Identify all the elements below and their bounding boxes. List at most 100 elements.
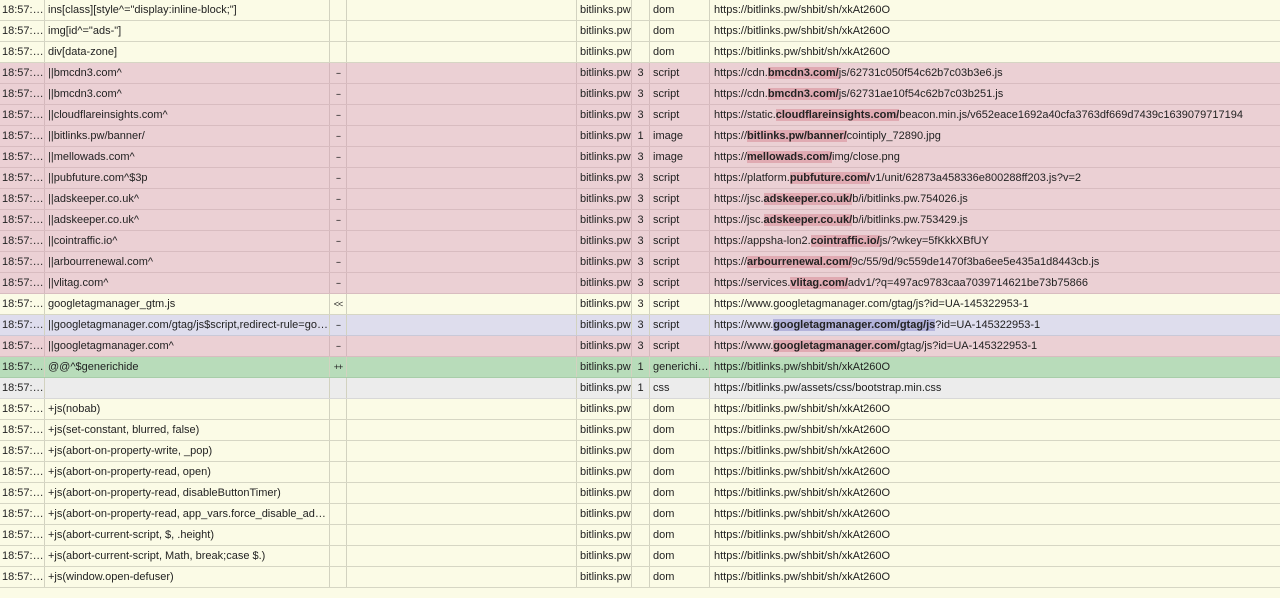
log-row[interactable]: 18:57:45 ||bmcdn3.com^ -- bitlinks.pw 3 … bbox=[0, 63, 1280, 84]
log-filter[interactable]: ||mellowads.com^ bbox=[44, 147, 329, 167]
log-row[interactable]: 18:57:45 +js(abort-current-script, $, .h… bbox=[0, 525, 1280, 546]
log-result-mark: -- bbox=[329, 273, 346, 293]
log-url[interactable]: https://appsha-lon2.cointraffic.io/js/?w… bbox=[709, 231, 1280, 251]
log-row[interactable]: 18:57:45 +js(abort-on-property-read, dis… bbox=[0, 483, 1280, 504]
log-filter[interactable]: ||bmcdn3.com^ bbox=[44, 84, 329, 104]
log-row[interactable]: 18:57:45 ||bmcdn3.com^ -- bitlinks.pw 3 … bbox=[0, 84, 1280, 105]
log-url[interactable]: https://bitlinks.pw/shbit/sh/xkAt260O bbox=[709, 546, 1280, 566]
log-filter[interactable]: ||cointraffic.io^ bbox=[44, 231, 329, 251]
log-row[interactable]: 18:57:45 ||vlitag.com^ -- bitlinks.pw 3 … bbox=[0, 273, 1280, 294]
log-row[interactable]: 18:57:45 bitlinks.pw 1 css https://bitli… bbox=[0, 378, 1280, 399]
log-row[interactable]: 18:57:45 ||arbourrenewal.com^ -- bitlink… bbox=[0, 252, 1280, 273]
log-row[interactable]: 18:57:45 ||adskeeper.co.uk^ -- bitlinks.… bbox=[0, 210, 1280, 231]
log-url[interactable]: https://services.vlitag.com/adv1/?q=497a… bbox=[709, 273, 1280, 293]
log-url[interactable]: https://jsc.adskeeper.co.uk/b/i/bitlinks… bbox=[709, 189, 1280, 209]
log-filter[interactable]: +js(abort-on-property-read, app_vars.for… bbox=[44, 504, 329, 524]
log-filter[interactable]: +js(abort-on-property-read, open) bbox=[44, 462, 329, 482]
log-url-pre: https://bitlinks.pw/shbit/sh/xkAt260O bbox=[714, 487, 891, 499]
log-url-pre: https://bitlinks.pw/shbit/sh/xkAt260O bbox=[714, 550, 891, 562]
log-url[interactable]: https://static.cloudflareinsights.com/be… bbox=[709, 105, 1280, 125]
log-context bbox=[346, 378, 576, 398]
log-row[interactable]: 18:57:45 +js(abort-current-script, Math,… bbox=[0, 546, 1280, 567]
log-row[interactable]: 18:57:45 ins[class][style^="display:inli… bbox=[0, 0, 1280, 21]
log-row[interactable]: 18:57:45 ||googletagmanager.com^ -- bitl… bbox=[0, 336, 1280, 357]
log-filter[interactable]: +js(abort-on-property-read, disableButto… bbox=[44, 483, 329, 503]
log-row[interactable]: 18:57:45 ||bitlinks.pw/banner/ -- bitlin… bbox=[0, 126, 1280, 147]
log-url[interactable]: https://bitlinks.pw/shbit/sh/xkAt260O bbox=[709, 420, 1280, 440]
log-url[interactable]: https://arbourrenewal.com/9c/55/9d/9c559… bbox=[709, 252, 1280, 272]
log-filter[interactable]: ||adskeeper.co.uk^ bbox=[44, 189, 329, 209]
log-url[interactable]: https://bitlinks.pw/shbit/sh/xkAt260O bbox=[709, 462, 1280, 482]
log-filter[interactable]: googletagmanager_gtm.js bbox=[44, 294, 329, 314]
log-url[interactable]: https://www.googletagmanager.com/gtag/js… bbox=[709, 336, 1280, 356]
log-filter[interactable]: +js(abort-current-script, Math, break;ca… bbox=[44, 546, 329, 566]
log-row[interactable]: 18:57:45 div[data-zone] bitlinks.pw dom … bbox=[0, 42, 1280, 63]
log-result-mark bbox=[329, 483, 346, 503]
log-row[interactable]: 18:57:45 ||cointraffic.io^ -- bitlinks.p… bbox=[0, 231, 1280, 252]
log-url[interactable]: https://bitlinks.pw/banner/cointiply_728… bbox=[709, 126, 1280, 146]
log-url[interactable]: https://bitlinks.pw/shbit/sh/xkAt260O bbox=[709, 567, 1280, 587]
log-filter[interactable] bbox=[44, 378, 329, 398]
log-filter[interactable]: ||arbourrenewal.com^ bbox=[44, 252, 329, 272]
log-row[interactable]: 18:57:45 ||cloudflareinsights.com^ -- bi… bbox=[0, 105, 1280, 126]
log-row[interactable]: 18:57:45 ||mellowads.com^ -- bitlinks.pw… bbox=[0, 147, 1280, 168]
log-row[interactable]: 18:57:45 +js(nobab) bitlinks.pw dom http… bbox=[0, 399, 1280, 420]
log-row[interactable]: 18:57:45 +js(abort-on-property-read, ope… bbox=[0, 462, 1280, 483]
log-filter[interactable]: ||googletagmanager.com/gtag/js$script,re… bbox=[44, 315, 329, 335]
log-url[interactable]: https://jsc.adskeeper.co.uk/b/i/bitlinks… bbox=[709, 210, 1280, 230]
log-row[interactable]: 18:57:45 +js(set-constant, blurred, fals… bbox=[0, 420, 1280, 441]
log-url-match: cloudflareinsights.com/ bbox=[775, 109, 900, 121]
log-result-mark bbox=[329, 546, 346, 566]
log-domain: bitlinks.pw bbox=[576, 504, 631, 524]
log-url[interactable]: https://bitlinks.pw/shbit/sh/xkAt260O bbox=[709, 525, 1280, 545]
log-url[interactable]: https://bitlinks.pw/shbit/sh/xkAt260O bbox=[709, 504, 1280, 524]
log-time: 18:57:45 bbox=[2, 487, 44, 499]
log-row[interactable]: 18:57:45 @@^$generichide ++ bitlinks.pw … bbox=[0, 357, 1280, 378]
log-filter[interactable]: img[id^="ads-"] bbox=[44, 21, 329, 41]
log-url-post: 9c/55/9d/9c559de1470f3ba6ee5e435a1d8443c… bbox=[851, 256, 1100, 268]
log-filter[interactable]: +js(abort-on-property-write, _pop) bbox=[44, 441, 329, 461]
log-filter[interactable]: +js(abort-current-script, $, .height) bbox=[44, 525, 329, 545]
log-url-pre: https://bitlinks.pw/shbit/sh/xkAt260O bbox=[714, 424, 891, 436]
log-row[interactable]: 18:57:45 img[id^="ads-"] bitlinks.pw dom… bbox=[0, 21, 1280, 42]
log-filter[interactable]: ||googletagmanager.com^ bbox=[44, 336, 329, 356]
log-url[interactable]: https://bitlinks.pw/shbit/sh/xkAt260O bbox=[709, 42, 1280, 62]
log-filter[interactable]: div[data-zone] bbox=[44, 42, 329, 62]
log-filter[interactable]: +js(nobab) bbox=[44, 399, 329, 419]
log-result-mark bbox=[329, 525, 346, 545]
log-filter[interactable]: ||adskeeper.co.uk^ bbox=[44, 210, 329, 230]
log-row[interactable]: 18:57:45 ||pubfuture.com^$3p -- bitlinks… bbox=[0, 168, 1280, 189]
log-row[interactable]: 18:57:45 +js(abort-on-property-write, _p… bbox=[0, 441, 1280, 462]
log-url-match: bmcdn3.com/ bbox=[767, 88, 839, 100]
log-filter[interactable]: +js(window.open-defuser) bbox=[44, 567, 329, 587]
log-url[interactable]: https://bitlinks.pw/shbit/sh/xkAt260O bbox=[709, 483, 1280, 503]
log-filter[interactable]: ||vlitag.com^ bbox=[44, 273, 329, 293]
log-url[interactable]: https://cdn.bmcdn3.com/js/62731ae10f54c6… bbox=[709, 84, 1280, 104]
log-url[interactable]: https://mellowads.com/img/close.png bbox=[709, 147, 1280, 167]
log-url[interactable]: https://bitlinks.pw/shbit/sh/xkAt260O bbox=[709, 0, 1280, 20]
log-row[interactable]: 18:57:45 +js(abort-on-property-read, app… bbox=[0, 504, 1280, 525]
log-filter[interactable]: ||bitlinks.pw/banner/ bbox=[44, 126, 329, 146]
log-url[interactable]: https://cdn.bmcdn3.com/js/62731c050f54c6… bbox=[709, 63, 1280, 83]
log-filter[interactable]: ins[class][style^="display:inline-block;… bbox=[44, 0, 329, 20]
log-row[interactable]: 18:57:45 googletagmanager_gtm.js << bitl… bbox=[0, 294, 1280, 315]
log-url[interactable]: https://platform.pubfuture.com/v1/unit/6… bbox=[709, 168, 1280, 188]
log-url[interactable]: https://bitlinks.pw/shbit/sh/xkAt260O bbox=[709, 357, 1280, 377]
log-row[interactable]: 18:57:45 +js(window.open-defuser) bitlin… bbox=[0, 567, 1280, 588]
log-type: script bbox=[649, 105, 709, 125]
log-url[interactable]: https://bitlinks.pw/shbit/sh/xkAt260O bbox=[709, 441, 1280, 461]
log-url[interactable]: https://www.googletagmanager.com/gtag/js… bbox=[709, 294, 1280, 314]
log-url[interactable]: https://bitlinks.pw/assets/css/bootstrap… bbox=[709, 378, 1280, 398]
log-filter[interactable]: +js(set-constant, blurred, false) bbox=[44, 420, 329, 440]
log-url[interactable]: https://bitlinks.pw/shbit/sh/xkAt260O bbox=[709, 399, 1280, 419]
log-row[interactable]: 18:57:45 ||googletagmanager.com/gtag/js$… bbox=[0, 315, 1280, 336]
log-time: 18:57:45 bbox=[2, 466, 44, 478]
log-filter[interactable]: ||pubfuture.com^$3p bbox=[44, 168, 329, 188]
log-url[interactable]: https://bitlinks.pw/shbit/sh/xkAt260O bbox=[709, 21, 1280, 41]
log-filter[interactable]: @@^$generichide bbox=[44, 357, 329, 377]
log-url-match: adskeeper.co.uk/ bbox=[763, 214, 853, 226]
log-filter[interactable]: ||cloudflareinsights.com^ bbox=[44, 105, 329, 125]
log-filter[interactable]: ||bmcdn3.com^ bbox=[44, 63, 329, 83]
log-row[interactable]: 18:57:45 ||adskeeper.co.uk^ -- bitlinks.… bbox=[0, 189, 1280, 210]
log-url[interactable]: https://www.googletagmanager.com/gtag/js… bbox=[709, 315, 1280, 335]
